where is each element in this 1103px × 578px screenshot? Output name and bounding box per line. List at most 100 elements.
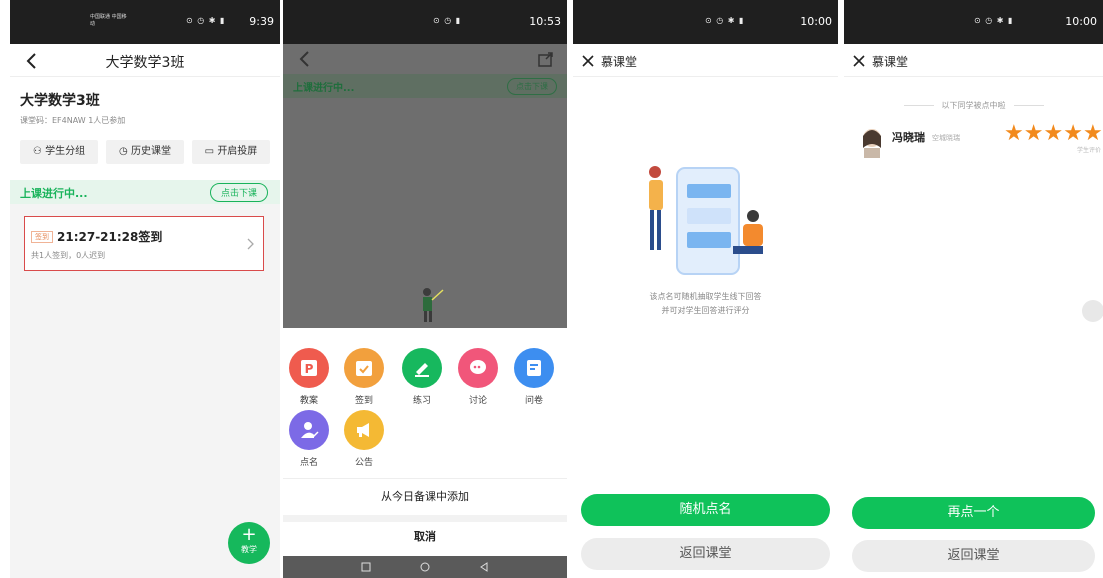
- class-name: 大学数学3班: [20, 93, 100, 109]
- discussion-bubble-icon: [458, 348, 498, 388]
- tool-exercise[interactable]: 练习: [401, 348, 443, 406]
- teach-fab[interactable]: + 教学: [228, 522, 270, 564]
- student-name: 冯晓瑞: [892, 131, 925, 144]
- back-to-class-button[interactable]: 返回课堂: [852, 540, 1095, 572]
- teacher-illustration-icon: [423, 288, 444, 322]
- tool-roll-call[interactable]: 点名: [288, 410, 330, 468]
- close-icon[interactable]: [852, 54, 866, 68]
- fab-label: 教学: [241, 545, 257, 554]
- student-avatar: [863, 129, 881, 158]
- cancel-button[interactable]: 取消: [283, 522, 567, 552]
- svg-text:P: P: [305, 362, 314, 376]
- ongoing-text: 上课进行中...: [293, 83, 355, 94]
- back-to-class-button[interactable]: 返回课堂: [581, 538, 830, 570]
- close-icon[interactable]: [581, 54, 595, 68]
- end-class-button[interactable]: 点击下课: [507, 78, 557, 95]
- nav-header: 慕课堂: [573, 44, 838, 77]
- exercise-pencil-icon: [402, 348, 442, 388]
- tool-label: 签到: [354, 396, 373, 406]
- lesson-plan-icon: P: [289, 348, 329, 388]
- star-icon[interactable]: ★: [1063, 121, 1083, 146]
- tool-discussion[interactable]: 讨论: [457, 348, 499, 406]
- status-icons: ⊙ ◷ ✱ ▮: [705, 16, 745, 25]
- tool-lesson-plan[interactable]: P 教案: [288, 348, 330, 406]
- status-icons: ⊙ ◷ ✱ ▮: [186, 16, 226, 25]
- status-icons: ⊙ ◷ ✱ ▮: [974, 16, 1014, 25]
- status-bar: ⊙ ◷ ✱ ▮ 10:00: [573, 0, 838, 44]
- tool-label: 讨论: [468, 396, 487, 406]
- tool-notice[interactable]: 公告: [343, 410, 385, 468]
- group-icon: ⚇: [32, 146, 46, 157]
- called-divider-right: [1014, 105, 1044, 106]
- tool-label: 公告: [354, 458, 373, 468]
- page-title: 慕课堂: [872, 55, 909, 69]
- back-triangle-icon[interactable]: [479, 562, 489, 572]
- random-roll-call-button[interactable]: 随机点名: [581, 494, 830, 526]
- description-line-2: 并可对学生回答进行评分: [661, 306, 750, 315]
- carrier-text: 中国联通 中国移动: [90, 14, 127, 27]
- star-icon[interactable]: ★: [1043, 121, 1063, 146]
- home-icon[interactable]: [420, 562, 430, 572]
- status-bar: 中国联通 中国移动 ⊙ ◷ ✱ ▮ 9:39: [10, 0, 280, 44]
- call-again-button[interactable]: 再点一个: [852, 497, 1095, 529]
- share-icon[interactable]: [537, 50, 555, 68]
- status-bar: ⊙ ◷ ▮ 10:53: [283, 0, 567, 44]
- clock: 10:00: [800, 15, 832, 28]
- tool-label: 点名: [299, 458, 318, 468]
- screen-cast-button[interactable]: ▭ 开启投屏: [192, 140, 270, 164]
- tool-label: 教案: [299, 396, 318, 406]
- nav-header: 大学数学3班: [10, 44, 280, 77]
- ongoing-text: 上课进行中...: [20, 187, 88, 200]
- student-nickname: 空城晓瑞: [932, 134, 960, 142]
- chevron-right-icon: [247, 238, 254, 250]
- tool-checkin[interactable]: 签到: [343, 348, 385, 406]
- recent-apps-icon[interactable]: [361, 562, 371, 572]
- star-icon[interactable]: ★: [1024, 121, 1044, 146]
- roll-call-icon: [289, 410, 329, 450]
- rating-label: 学生评价: [1076, 147, 1101, 154]
- sheet-gap: [283, 515, 567, 522]
- group-button[interactable]: ⚇ 学生分组: [20, 140, 98, 164]
- checkin-summary: 共1人签到，0人迟到: [31, 251, 106, 260]
- clock-icon: ◷: [119, 146, 131, 157]
- screen-roll-call-result: ⊙ ◷ ✱ ▮ 10:00 慕课堂 以下同学被点中啦 冯晓瑞 空城晓瑞 ★★★★…: [844, 0, 1103, 578]
- nav-header: 慕课堂: [844, 44, 1103, 77]
- back-arrow-icon[interactable]: [295, 49, 315, 69]
- checkin-tag: 签到: [31, 231, 53, 243]
- screen-teach-menu: ⊙ ◷ ▮ 10:53 上课进行中... 点击下课 P 教案 签到 练习 讨论: [283, 0, 567, 578]
- checkin-card[interactable]: 签到 21:27-21:28签到 共1人签到，0人迟到: [24, 216, 264, 271]
- android-nav-bar: [283, 556, 567, 578]
- status-icons: ⊙ ◷ ▮: [433, 16, 462, 25]
- checkin-title: 21:27-21:28签到: [57, 230, 163, 244]
- tool-label: 问卷: [524, 396, 543, 406]
- survey-icon: [514, 348, 554, 388]
- class-meta: 课堂码：EF4NAW 1人已参加: [20, 116, 126, 125]
- clock: 9:39: [249, 15, 274, 28]
- ongoing-bar: 上课进行中... 点击下课: [10, 180, 280, 204]
- plus-icon: +: [241, 524, 257, 545]
- called-title: 以下同学被点中啦: [941, 101, 1006, 110]
- megaphone-icon: [344, 410, 384, 450]
- history-label: 历史课堂: [130, 146, 171, 157]
- ongoing-bar: 上课进行中... 点击下课: [283, 74, 567, 98]
- status-bar: ⊙ ◷ ✱ ▮ 10:00: [844, 0, 1103, 44]
- dim-overlay[interactable]: 上课进行中... 点击下课: [283, 44, 567, 328]
- screen-icon: ▭: [204, 146, 218, 157]
- class-info: 大学数学3班 课堂码：EF4NAW 1人已参加 ⚇ 学生分组 ◷ 历史课堂 ▭ …: [10, 77, 280, 180]
- roll-call-illustration-icon: [649, 166, 763, 275]
- star-icon[interactable]: ★: [1083, 121, 1103, 146]
- end-class-button[interactable]: 点击下课: [209, 183, 268, 202]
- page-title: 大学数学3班: [105, 55, 185, 71]
- tool-survey[interactable]: 问卷: [513, 348, 555, 406]
- add-from-prep-button[interactable]: 从今日备课中添加: [283, 479, 567, 515]
- clock: 10:00: [1065, 15, 1097, 28]
- description-line-1: 该点名可随机抽取学生线下回答: [649, 292, 762, 301]
- side-handle-button[interactable]: [1082, 300, 1103, 322]
- star-icon[interactable]: ★: [1004, 121, 1024, 146]
- history-button[interactable]: ◷ 历史课堂: [106, 140, 184, 164]
- page-title: 慕课堂: [601, 55, 638, 69]
- screen-class-home: 中国联通 中国移动 ⊙ ◷ ✱ ▮ 9:39 大学数学3班 大学数学3班 课堂码…: [10, 0, 280, 578]
- cast-label: 开启投屏: [217, 146, 258, 157]
- group-label: 学生分组: [45, 146, 86, 157]
- rating-stars[interactable]: ★★★★★: [1004, 123, 1103, 145]
